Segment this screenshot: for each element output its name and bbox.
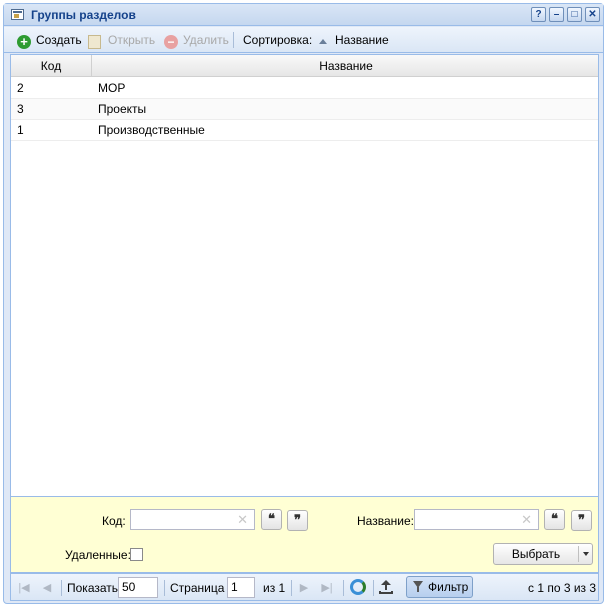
sections-groups-window: Группы разделов ? – □ ✕ + Создать Открыт… bbox=[3, 3, 604, 604]
close-button[interactable]: ✕ bbox=[585, 7, 600, 22]
split-divider bbox=[578, 546, 579, 562]
open-button[interactable]: Открыть bbox=[108, 32, 155, 48]
export-icon[interactable] bbox=[379, 580, 393, 595]
help-button[interactable]: ? bbox=[531, 7, 546, 22]
page-size-input[interactable]: 50 bbox=[118, 577, 158, 598]
cell-name: МОР bbox=[98, 81, 126, 95]
page-label: Страница bbox=[170, 581, 225, 595]
grid-header: Код Название bbox=[11, 55, 598, 77]
pager-separator bbox=[164, 580, 165, 596]
deleted-filter-label: Удаленные: bbox=[65, 548, 131, 562]
next-page-icon[interactable]: ▶ bbox=[297, 581, 311, 595]
paging-toolbar: |◀ ◀ Показать 50 Страница 1 из 1 ▶ ▶| Фи… bbox=[10, 573, 599, 601]
name-filter-label: Название: bbox=[357, 514, 414, 528]
table-row[interactable]: 3 Проекты bbox=[11, 99, 598, 120]
page-size-label: Показать bbox=[67, 581, 119, 595]
cell-code: 1 bbox=[17, 123, 24, 137]
maximize-button[interactable]: □ bbox=[567, 7, 582, 22]
clear-icon[interactable]: ✕ bbox=[521, 513, 532, 527]
refresh-icon[interactable] bbox=[350, 579, 366, 595]
minimize-button[interactable]: – bbox=[549, 7, 564, 22]
cell-name: Проекты bbox=[98, 102, 147, 116]
quote-close-button[interactable]: ❞ bbox=[287, 510, 308, 531]
last-page-icon[interactable]: ▶| bbox=[320, 581, 334, 595]
pager-separator bbox=[291, 580, 292, 596]
filter-toggle-button[interactable]: Фильтр bbox=[406, 576, 473, 598]
pager-separator bbox=[373, 580, 374, 596]
sort-field-button[interactable]: Название bbox=[335, 32, 389, 48]
column-header-name[interactable]: Название bbox=[92, 55, 600, 77]
paging-summary: с 1 по 3 из 3 bbox=[528, 581, 597, 595]
column-header-code[interactable]: Код bbox=[11, 55, 91, 77]
cell-name: Производственные bbox=[98, 123, 205, 137]
add-icon[interactable]: + bbox=[17, 35, 31, 49]
code-filter-label: Код: bbox=[102, 514, 126, 528]
window-title: Группы разделов bbox=[31, 8, 136, 22]
clear-icon[interactable]: ✕ bbox=[237, 513, 248, 527]
pager-separator bbox=[61, 580, 62, 596]
page-number-input[interactable]: 1 bbox=[227, 577, 255, 598]
quote-open-button[interactable]: ❝ bbox=[261, 509, 282, 530]
chevron-down-icon[interactable] bbox=[583, 552, 589, 556]
open-icon bbox=[88, 35, 101, 49]
sort-asc-icon[interactable] bbox=[319, 39, 327, 44]
table-row[interactable]: 2 МОР bbox=[11, 78, 598, 99]
create-button[interactable]: Создать bbox=[36, 32, 82, 48]
main-toolbar: + Создать Открыть − Удалить Сортировка: … bbox=[4, 27, 603, 53]
groups-grid: Код Название 2 МОР 3 Проекты 1 Производс… bbox=[10, 54, 599, 497]
filter-toggle-label: Фильтр bbox=[428, 580, 469, 594]
window-icon bbox=[11, 9, 24, 20]
cell-code: 3 bbox=[17, 102, 24, 116]
delete-icon: − bbox=[164, 35, 178, 49]
cell-code: 2 bbox=[17, 81, 24, 95]
delete-button[interactable]: Удалить bbox=[183, 32, 229, 48]
name-filter-input[interactable]: ✕ bbox=[414, 509, 539, 530]
sort-label: Сортировка: bbox=[243, 33, 313, 47]
deleted-checkbox[interactable] bbox=[130, 548, 143, 561]
quote-close-button[interactable]: ❞ bbox=[571, 510, 592, 531]
prev-page-icon[interactable]: ◀ bbox=[40, 581, 54, 595]
window-titlebar[interactable]: Группы разделов ? – □ ✕ bbox=[4, 4, 603, 26]
code-filter-input[interactable]: ✕ bbox=[130, 509, 255, 530]
select-split-button[interactable]: Выбрать bbox=[493, 543, 593, 565]
first-page-icon[interactable]: |◀ bbox=[17, 581, 31, 595]
page-count-label: из 1 bbox=[263, 581, 286, 595]
table-row[interactable]: 1 Производственные bbox=[11, 120, 598, 141]
select-button-label[interactable]: Выбрать bbox=[494, 544, 578, 564]
pager-separator bbox=[343, 580, 344, 596]
quote-open-button[interactable]: ❝ bbox=[544, 509, 565, 530]
filter-panel: Код: ✕ ❝ ❞ Название: ✕ ❝ ❞ Удаленные: Вы… bbox=[10, 497, 599, 573]
toolbar-separator bbox=[233, 32, 234, 48]
